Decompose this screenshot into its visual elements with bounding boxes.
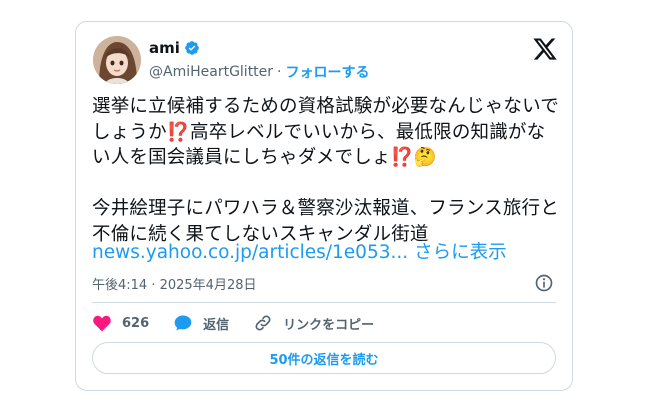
avatar-image — [93, 36, 141, 84]
link-icon — [255, 315, 271, 331]
reply-label: 返信 — [203, 317, 230, 333]
divider — [92, 302, 556, 303]
author-handle[interactable]: @AmiHeartGlitter — [149, 64, 273, 80]
verified-badge-icon — [185, 41, 199, 55]
timestamp[interactable]: 午後4:14 · 2025年4月28日 — [92, 274, 257, 293]
x-logo-icon[interactable] — [532, 36, 558, 62]
separator-dot: · — [277, 64, 282, 80]
author-name[interactable]: ami — [149, 39, 180, 57]
tweet-embed-card: ami @AmiHeartGlitter · フォローする 選挙に立候補するため… — [75, 21, 573, 391]
copy-link-button[interactable]: リンクをコピー — [253, 313, 374, 333]
like-count: 626 — [122, 315, 150, 331]
article-link[interactable]: news.yahoo.co.jp/articles/1e053... — [92, 242, 408, 263]
author-handle-row: @AmiHeartGlitter · フォローする — [149, 62, 370, 82]
avatar[interactable] — [93, 36, 141, 84]
follow-button[interactable]: フォローする — [286, 62, 370, 82]
tweet-text: 選挙に立候補するための資格試験が必要なんじゃないでしょうか⁉️高卒レベルでいいか… — [92, 94, 560, 247]
show-more-link[interactable]: さらに表示 — [414, 242, 507, 263]
reply-button[interactable]: 返信 — [173, 313, 229, 333]
tweet-paragraph-1: 選挙に立候補するための資格試験が必要なんじゃないでしょうか⁉️高卒レベルでいいか… — [92, 96, 559, 168]
author-name-row: ami — [149, 39, 200, 57]
copy-link-label: リンクをコピー — [283, 317, 375, 333]
read-replies-button[interactable]: 50件の返信を読む — [92, 342, 556, 374]
like-button[interactable]: 626 — [92, 313, 149, 333]
action-bar: 626 返信 リンクをコピー — [92, 312, 398, 334]
link-line: news.yahoo.co.jp/articles/1e053... さらに表示 — [92, 240, 507, 265]
heart-icon — [93, 315, 111, 332]
reply-bubble-icon — [174, 315, 192, 331]
info-icon[interactable] — [534, 273, 554, 293]
tweet-paragraph-2: 今井絵理子にパワハラ＆警察沙汰報道、フランス旅行と不倫に続く果てしないスキャンダ… — [92, 198, 559, 245]
